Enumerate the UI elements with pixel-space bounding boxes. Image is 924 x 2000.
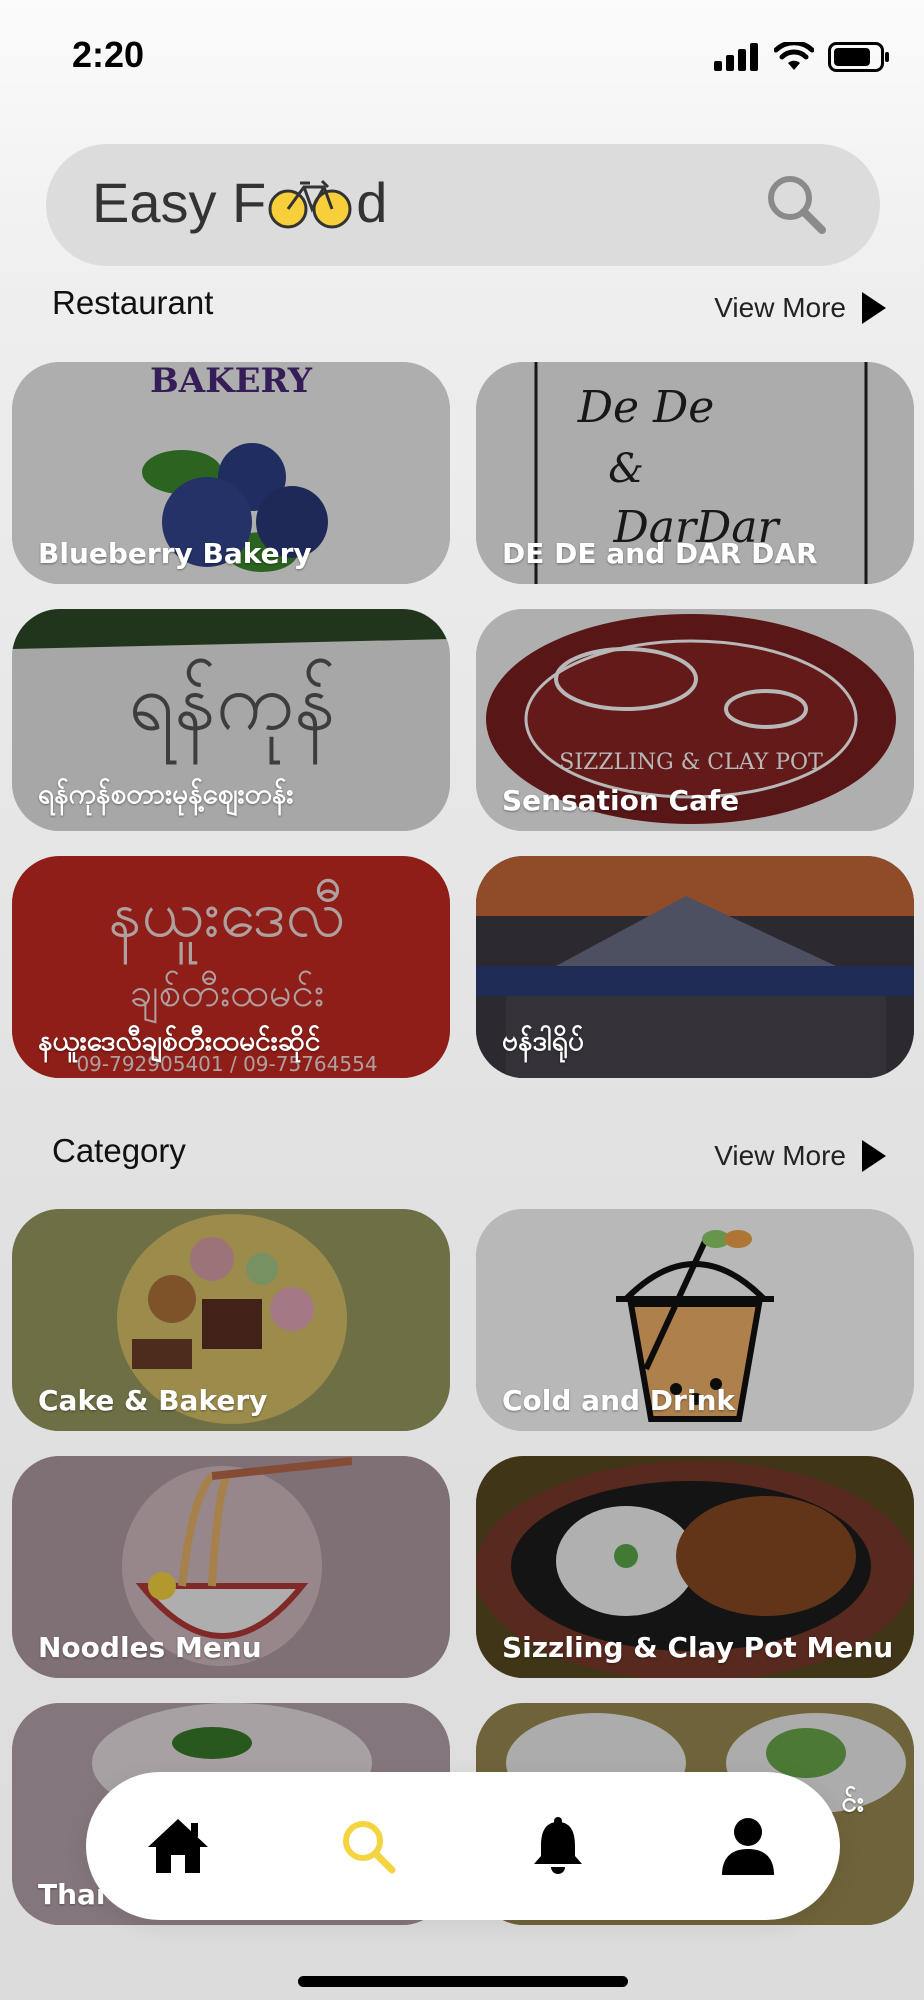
status-time: 2:20 bbox=[72, 34, 145, 75]
play-arrow-icon bbox=[862, 1140, 886, 1172]
logo-text-end: d bbox=[356, 171, 388, 234]
restaurant-view-more[interactable]: View More bbox=[714, 292, 886, 324]
status-icons bbox=[714, 42, 890, 72]
category-view-more[interactable]: View More bbox=[714, 1140, 886, 1172]
card-label: Sizzling & Clay Pot Menu bbox=[502, 1631, 894, 1664]
search-icon[interactable] bbox=[764, 172, 828, 236]
home-icon bbox=[148, 1819, 208, 1873]
card-label: Cake & Bakery bbox=[38, 1384, 268, 1417]
tab-profile[interactable] bbox=[716, 1814, 780, 1878]
tab-search[interactable] bbox=[336, 1814, 400, 1878]
bottom-tab-bar bbox=[86, 1772, 840, 1920]
view-more-label: View More bbox=[714, 1140, 846, 1171]
card-label: DE DE and DAR DAR bbox=[502, 537, 818, 570]
view-more-label: View More bbox=[714, 292, 846, 323]
card-label: Cold and Drink bbox=[502, 1384, 735, 1417]
category-card-noodles[interactable]: Noodles Menu bbox=[12, 1456, 450, 1678]
battery-icon bbox=[828, 42, 889, 72]
tab-notifications[interactable] bbox=[526, 1814, 590, 1878]
restaurant-card-yangon-noodle[interactable]: ရန်ကုန် ရန်ကုန်စတားမုန့်ဈေးတန်း bbox=[12, 609, 450, 831]
bell-icon bbox=[534, 1817, 582, 1874]
restaurant-card-sensation-cafe[interactable]: SIZZLING & CLAY POT Sensation Cafe bbox=[476, 609, 914, 831]
play-arrow-icon bbox=[862, 292, 886, 324]
profile-icon bbox=[722, 1818, 774, 1875]
category-section-title: Category bbox=[52, 1132, 186, 1169]
category-card-sizzling[interactable]: Sizzling & Clay Pot Menu bbox=[476, 1456, 914, 1678]
restaurant-card-dede-dardar[interactable]: De De & DarDar DE DE and DAR DAR bbox=[476, 362, 914, 584]
category-card-cold-drink[interactable]: Cold and Drink bbox=[476, 1209, 914, 1431]
restaurant-card-street-stall[interactable]: ဗန်ဒါရိုပ် bbox=[476, 856, 914, 1078]
signal-icon bbox=[714, 43, 758, 71]
app-logo: Easy F d bbox=[92, 170, 387, 235]
card-label: Noodles Menu bbox=[38, 1631, 262, 1664]
logo-text-start: Easy F bbox=[92, 171, 267, 234]
search-icon bbox=[343, 1821, 396, 1874]
status-bar: 2:20 bbox=[0, 0, 924, 110]
bicycle-icon bbox=[262, 173, 360, 233]
card-label: င်း bbox=[841, 1785, 864, 1818]
card-label: နယူးဒေလီချစ်တီးထမင်းဆိုင် bbox=[38, 1024, 321, 1057]
card-label: Blueberry Bakery bbox=[38, 537, 312, 570]
search-bar[interactable]: Easy F d bbox=[46, 144, 880, 266]
tab-home[interactable] bbox=[146, 1814, 210, 1878]
restaurant-card-blueberry-bakery[interactable]: BAKERY Blueberry Bakery bbox=[12, 362, 450, 584]
home-indicator[interactable] bbox=[298, 1976, 628, 1987]
card-label: ဗန်ဒါရိုပ် bbox=[502, 1024, 584, 1057]
card-label: ရန်ကုန်စတားမုန့်ဈေးတန်း bbox=[38, 777, 294, 810]
card-label: Sensation Cafe bbox=[502, 784, 740, 817]
restaurant-card-new-delhi[interactable]: နယူးဒေလီ ချစ်တီးထမင်း 09-792905401 / 09-… bbox=[12, 856, 450, 1078]
category-card-cake-bakery[interactable]: Cake & Bakery bbox=[12, 1209, 450, 1431]
wifi-icon bbox=[774, 42, 814, 70]
restaurant-section-title: Restaurant bbox=[52, 284, 214, 321]
